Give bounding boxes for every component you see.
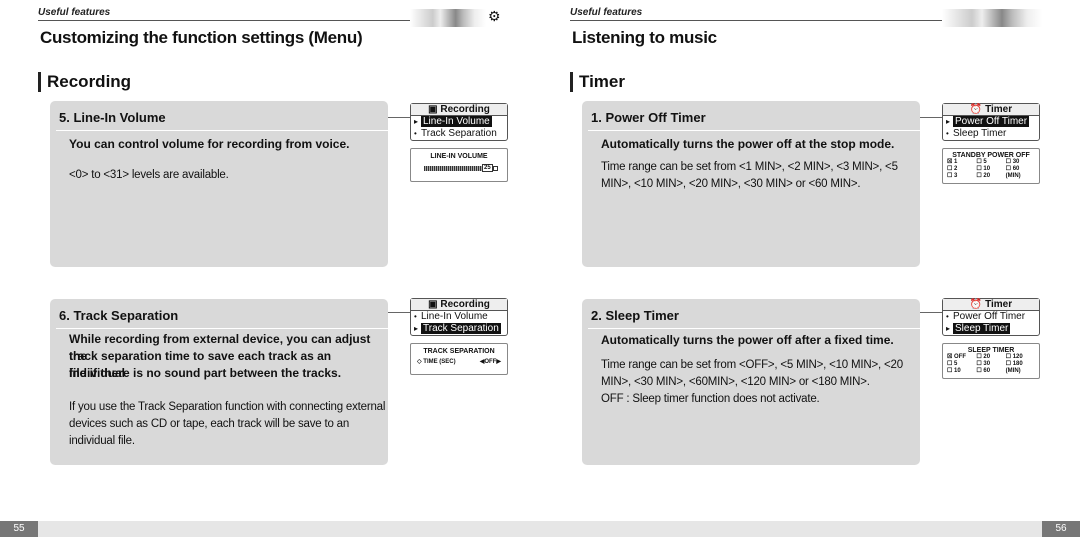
timer-option: ☐ 20 bbox=[976, 354, 991, 360]
recording-icon: ▣ bbox=[428, 104, 441, 115]
screen-standby-power-off: STANDBY POWER OFF ☒ 1 ☐ 5 ☐ 30 ☐ 2 ☐ 10 ☐ 60 ☐… bbox=[942, 148, 1040, 184]
page-number: 56 bbox=[1042, 521, 1080, 537]
timer-option: ☒ OFF bbox=[947, 354, 967, 360]
volume-bar bbox=[424, 165, 482, 171]
timer-option: ☐ 5 bbox=[947, 361, 958, 367]
timer-option: ☐ 10 bbox=[976, 166, 991, 172]
timer-option: (MIN) bbox=[1005, 368, 1021, 374]
menu-item: Track Separation bbox=[411, 323, 507, 335]
timer-option: ☐ 30 bbox=[1005, 159, 1020, 165]
timer-option: ☐ 60 bbox=[976, 368, 991, 374]
screen-sleep-timer: SLEEP TIMER ☒ OFF ☐ 20 ☐ 120 ☐ 5 ☐ 30 ☐ 180 ☐ … bbox=[942, 343, 1040, 379]
panel-sleep-timer: 2. Sleep Timer Automatically turns the p… bbox=[582, 299, 920, 465]
panel-title: 5. Line-In Volume bbox=[59, 110, 166, 125]
header-gradient bbox=[942, 9, 1042, 27]
timer-option: ☐ 30 bbox=[976, 361, 991, 367]
page-title: Customizing the function settings (Menu) bbox=[40, 28, 363, 47]
timer-option: ☐ 2 bbox=[947, 166, 958, 172]
header-gradient bbox=[410, 9, 486, 27]
section-title: Timer bbox=[570, 72, 625, 92]
panel-bold-text: You can control volume for recording fro… bbox=[69, 137, 350, 151]
timer-option: ☐ 60 bbox=[1005, 166, 1020, 172]
page-number: 55 bbox=[0, 521, 38, 537]
alarm-clock-icon: ⏰ bbox=[969, 104, 986, 115]
recording-icon: ▣ bbox=[428, 299, 441, 310]
alarm-clock-icon: ⏰ bbox=[969, 299, 986, 310]
right-header: Useful features bbox=[570, 7, 643, 18]
timer-option: ☐ 20 bbox=[976, 173, 991, 179]
lcd-recording-menu: ▣ Recording Line-In Volume Track Separat… bbox=[410, 103, 508, 141]
menu-item: Sleep Timer bbox=[943, 128, 1039, 140]
panel-track-separation: 6. Track Separation While recording from… bbox=[50, 299, 388, 465]
panel-line-in-volume: 5. Line-In Volume You can control volume… bbox=[50, 101, 388, 267]
timer-option: ☒ 1 bbox=[947, 159, 958, 165]
timer-option: ☐ 180 bbox=[1005, 361, 1023, 367]
menu-item: Line-In Volume bbox=[411, 116, 507, 128]
timer-option: ☐ 10 bbox=[947, 368, 961, 374]
screen-line-in-volume: LINE-IN VOLUME 25 bbox=[410, 148, 508, 182]
gear-icon: ⚙ bbox=[488, 8, 501, 24]
menu-item: Power Off Timer bbox=[943, 311, 1039, 323]
lcd-timer-menu: ⏰ Timer Power Off Timer Sleep Timer bbox=[942, 103, 1040, 141]
timer-option: ☐ 3 bbox=[947, 173, 958, 179]
screen-track-separation: TRACK SEPARATION ◇ TIME (SEC) ◀OFF▶ bbox=[410, 343, 508, 375]
menu-item: Line-In Volume bbox=[411, 311, 507, 323]
panel-title: 2. Sleep Timer bbox=[591, 308, 679, 323]
lcd-timer-menu: ⏰ Timer Power Off Timer Sleep Timer bbox=[942, 298, 1040, 336]
left-header: Useful features bbox=[38, 7, 111, 18]
page-title: Listening to music bbox=[572, 28, 717, 47]
timer-option: ☐ 5 bbox=[976, 159, 987, 165]
menu-item: Sleep Timer bbox=[943, 323, 1039, 335]
header-rule bbox=[38, 20, 410, 21]
section-title: Recording bbox=[38, 72, 131, 92]
timer-option: ☐ 120 bbox=[1005, 354, 1023, 360]
lcd-recording-menu: ▣ Recording Line-In Volume Track Separat… bbox=[410, 298, 508, 336]
menu-item: Track Separation bbox=[411, 128, 507, 140]
panel-text: <0> to <31> levels are available. bbox=[69, 169, 229, 181]
panel-title: 6. Track Separation bbox=[59, 308, 179, 323]
panel-power-off-timer: 1. Power Off Timer Automatically turns t… bbox=[582, 101, 920, 267]
menu-item: Power Off Timer bbox=[943, 116, 1039, 128]
timer-option: (MIN) bbox=[1005, 173, 1021, 179]
panel-title: 1. Power Off Timer bbox=[591, 110, 706, 125]
